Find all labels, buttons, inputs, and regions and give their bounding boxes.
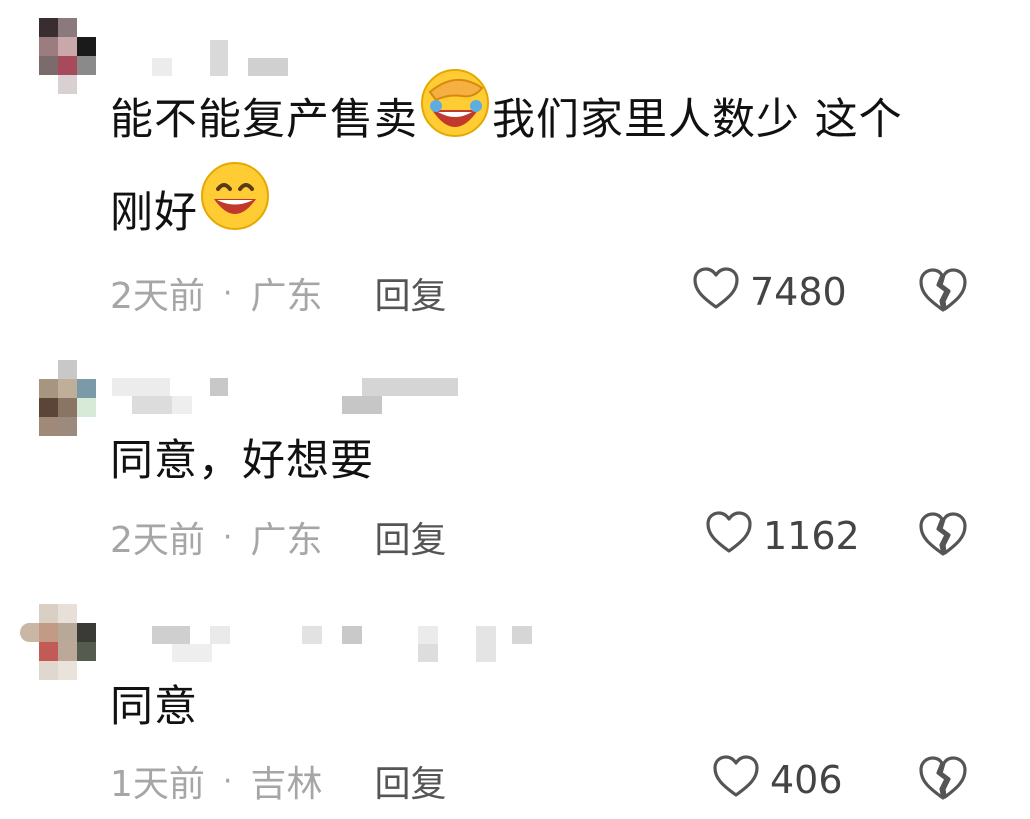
avatar[interactable]	[20, 360, 96, 436]
comment-location: 广东	[250, 276, 323, 317]
comment-text-line: 同意，好想要	[110, 436, 374, 486]
comment-text: 同意	[110, 664, 198, 750]
comment-location: 吉林	[250, 764, 323, 805]
comment-time: 2天前	[110, 276, 205, 317]
like-count: 7480	[750, 270, 847, 314]
like-button[interactable]: 1162	[705, 510, 860, 563]
avatar[interactable]	[20, 18, 96, 94]
like-button[interactable]: 406	[712, 754, 843, 807]
like-count: 1162	[763, 514, 860, 558]
comment-text: 同意，好想要	[110, 418, 374, 504]
broken-heart-icon	[918, 756, 968, 805]
comment-meta: 2天前 · 广东 回复	[110, 512, 446, 562]
comment-text-line: 刚好	[110, 188, 198, 238]
reply-button[interactable]: 回复	[374, 755, 446, 807]
comment-text: 能不能复产售卖 我们家里人数少 这个 刚好	[110, 69, 903, 262]
comment-text-line: 能不能复产售卖	[110, 95, 418, 145]
reply-button[interactable]: 回复	[374, 267, 446, 319]
meta-separator: ·	[222, 519, 233, 555]
dislike-button[interactable]	[918, 267, 968, 317]
heart-outline-icon	[705, 510, 763, 563]
comment-text-line: 同意	[110, 682, 198, 732]
broken-heart-icon	[918, 512, 968, 561]
comment-location: 广东	[250, 520, 323, 561]
like-button[interactable]: 7480	[692, 266, 847, 319]
dislike-button[interactable]	[918, 755, 968, 805]
meta-separator: ·	[222, 275, 233, 311]
reply-button[interactable]: 回复	[374, 511, 446, 563]
comment-list: 能不能复产售卖 我们家里人数少 这个 刚好 2天前 · 广东 回复 7480 同…	[0, 0, 1030, 819]
username[interactable]	[112, 378, 532, 418]
heart-outline-icon	[692, 266, 750, 319]
meta-separator: ·	[222, 763, 233, 799]
comment-meta: 2天前 · 广东 回复	[110, 268, 446, 318]
comment-time: 1天前	[110, 764, 205, 805]
dislike-button[interactable]	[918, 511, 968, 561]
username[interactable]	[112, 626, 532, 666]
broken-heart-icon	[918, 268, 968, 317]
comment-text-line: 我们家里人数少 这个	[492, 95, 903, 145]
avatar[interactable]	[20, 604, 96, 680]
grin-emoji	[198, 159, 272, 262]
comment-time: 2天前	[110, 520, 205, 561]
heart-outline-icon	[712, 754, 770, 807]
facepalm-laugh-emoji	[418, 66, 492, 169]
like-count: 406	[770, 758, 843, 802]
comment-meta: 1天前 · 吉林 回复	[110, 756, 446, 806]
